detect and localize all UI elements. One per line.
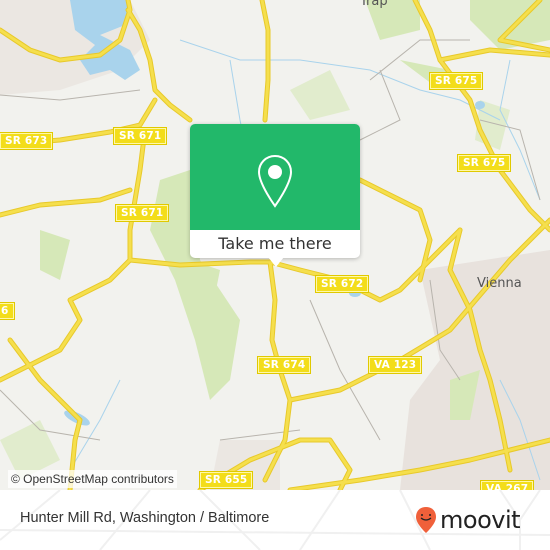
moovit-wordmark: moovit xyxy=(440,506,521,534)
place-label-vienna: Vienna xyxy=(477,276,522,291)
moovit-logo: moovit xyxy=(415,506,521,534)
moovit-pin-icon xyxy=(416,507,436,533)
location-title: Hunter Mill Rd, Washington / Baltimore xyxy=(20,510,270,526)
road-shield-sr675: SR 675 xyxy=(428,72,484,90)
location-popup[interactable]: Take me there xyxy=(190,124,360,267)
road-shield-sr655: SR 655 xyxy=(198,471,254,489)
road-shield-sr671: SR 671 xyxy=(112,127,168,145)
road-shield-va123: VA 123 xyxy=(367,356,423,374)
footer: Hunter Mill Rd, Washington / Baltimore m… xyxy=(0,490,550,550)
popup-header[interactable] xyxy=(190,124,360,230)
road-shield-sr672: SR 672 xyxy=(314,275,370,293)
road-shield-partial: 6 xyxy=(0,302,15,320)
map-view[interactable]: SR 673 SR 671 SR 671 SR 675 SR 675 SR 67… xyxy=(0,0,550,490)
road-shield-sr674: SR 674 xyxy=(256,356,312,374)
place-label-trap: Trap xyxy=(360,0,388,9)
take-me-there-button[interactable]: Take me there xyxy=(190,231,360,257)
road-shield-sr675: SR 675 xyxy=(456,154,512,172)
road-shield-va267: VA 267 xyxy=(479,480,535,490)
road-shield-sr671: SR 671 xyxy=(114,204,170,222)
popup-pointer xyxy=(268,257,284,267)
map-attribution[interactable]: © OpenStreetMap contributors xyxy=(8,470,177,488)
road-shield-sr673: SR 673 xyxy=(0,132,54,150)
location-pin-icon xyxy=(257,154,293,208)
